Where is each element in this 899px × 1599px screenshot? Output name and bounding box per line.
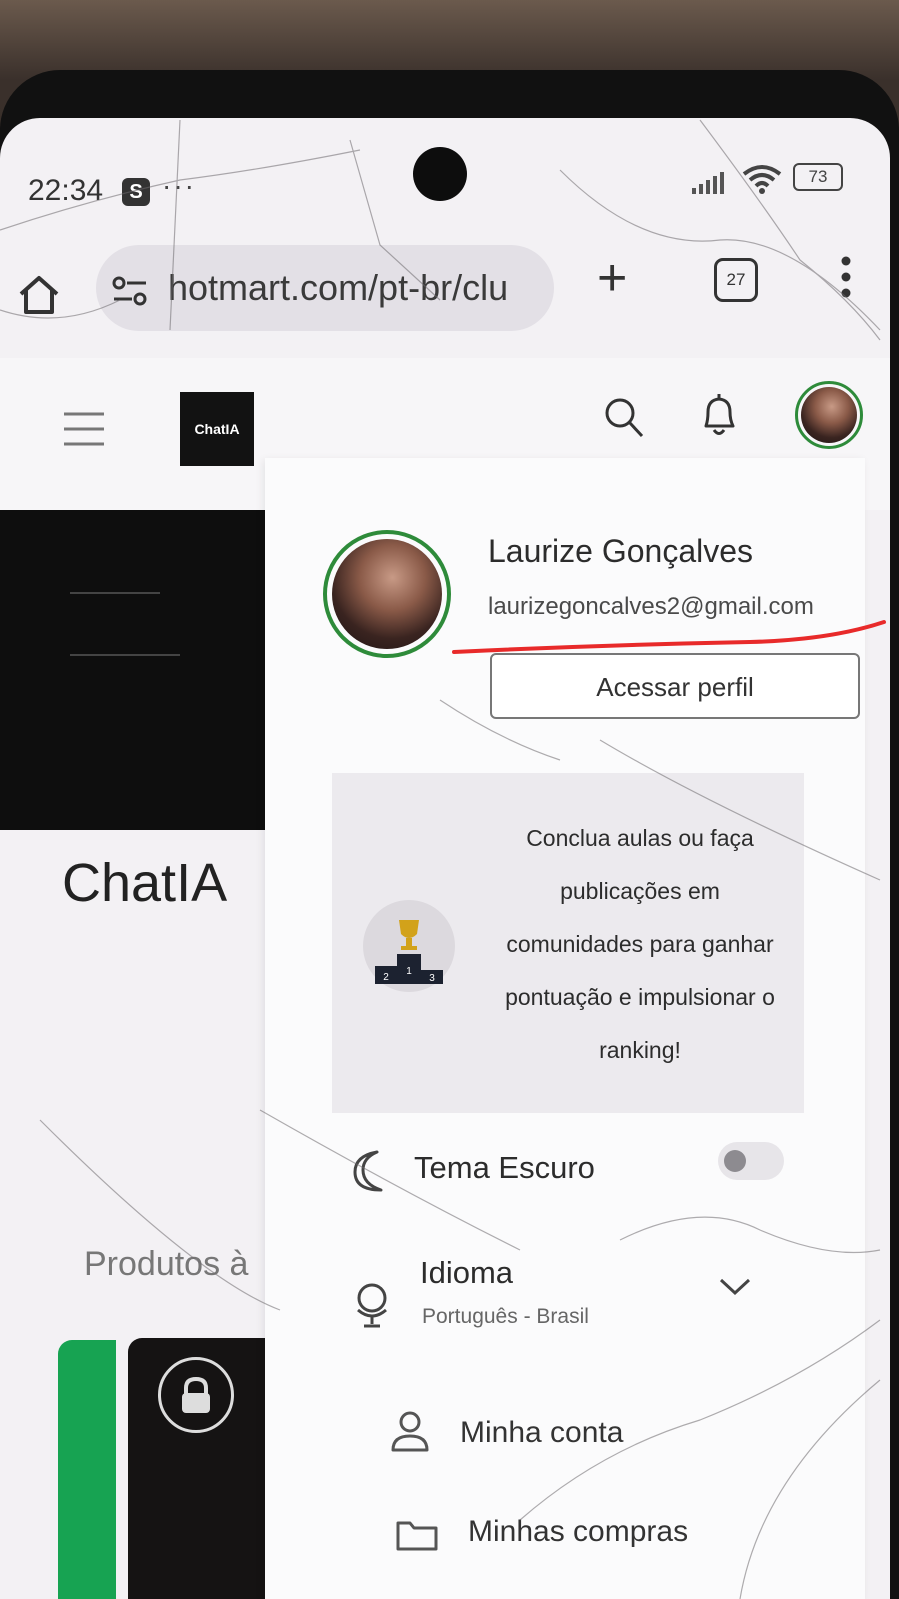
kebab-icon[interactable] [838,255,854,299]
podium-place-1: 1 [406,966,412,977]
toggle-knob [724,1150,746,1172]
hero-stroke [70,592,160,594]
globe-icon [357,1283,387,1328]
dark-theme-label: Tema Escuro [414,1150,595,1185]
status-app-badge: S [122,178,150,206]
access-profile-button[interactable]: Acessar perfil [490,653,860,719]
tab-count-button[interactable]: 27 [714,258,758,302]
podium-place-2: 2 [383,972,389,983]
search-icon[interactable] [604,397,644,439]
url-text: hotmart.com/pt-br/clu [168,267,509,308]
folder-icon [396,1521,438,1551]
lock-icon [158,1357,234,1433]
status-time: 22:34 [28,174,104,207]
chevron-down-icon[interactable] [718,1276,752,1298]
wifi-icon [742,165,782,194]
avatar [332,539,442,649]
status-more-dots: ··· [162,170,196,201]
bell-icon[interactable] [696,390,742,440]
user-avatar-button[interactable] [795,381,863,449]
hero-banner [0,510,275,830]
home-icon[interactable] [16,272,62,318]
my-purchases-link[interactable]: Minhas compras [468,1515,688,1549]
product-card[interactable] [58,1340,116,1599]
trophy-podium-icon: 2 1 3 [363,900,455,992]
tune-icon[interactable] [110,275,150,307]
person-icon [391,1411,429,1452]
dark-theme-toggle[interactable] [718,1142,784,1180]
profile-avatar [323,530,451,658]
my-account-link[interactable]: Minha conta [460,1416,623,1450]
user-name: Laurize Gonçalves [488,533,754,569]
products-heading: Produtos à [84,1245,249,1283]
language-label: Idioma [420,1255,514,1290]
ranking-message: Conclua aulas ou faça publicações em com… [505,825,775,1063]
hero-stroke [70,654,180,656]
camera-hole [413,147,467,201]
address-bar[interactable]: hotmart.com/pt-br/clu [96,245,554,331]
hamburger-icon[interactable] [62,410,106,448]
battery-indicator: 73 [793,163,843,191]
podium-place-3: 3 [429,973,435,984]
page-title: ChatIA [62,853,228,913]
avatar [801,387,857,443]
new-tab-button[interactable]: + [597,252,627,304]
language-value: Português - Brasil [422,1305,589,1328]
site-logo[interactable]: ChatIA [180,392,254,466]
signal-icon [692,172,724,194]
photo-frame: 22:34 S ··· 73 hotmart.com/pt-br/clu + 2… [0,0,899,1599]
moon-icon [353,1150,383,1192]
